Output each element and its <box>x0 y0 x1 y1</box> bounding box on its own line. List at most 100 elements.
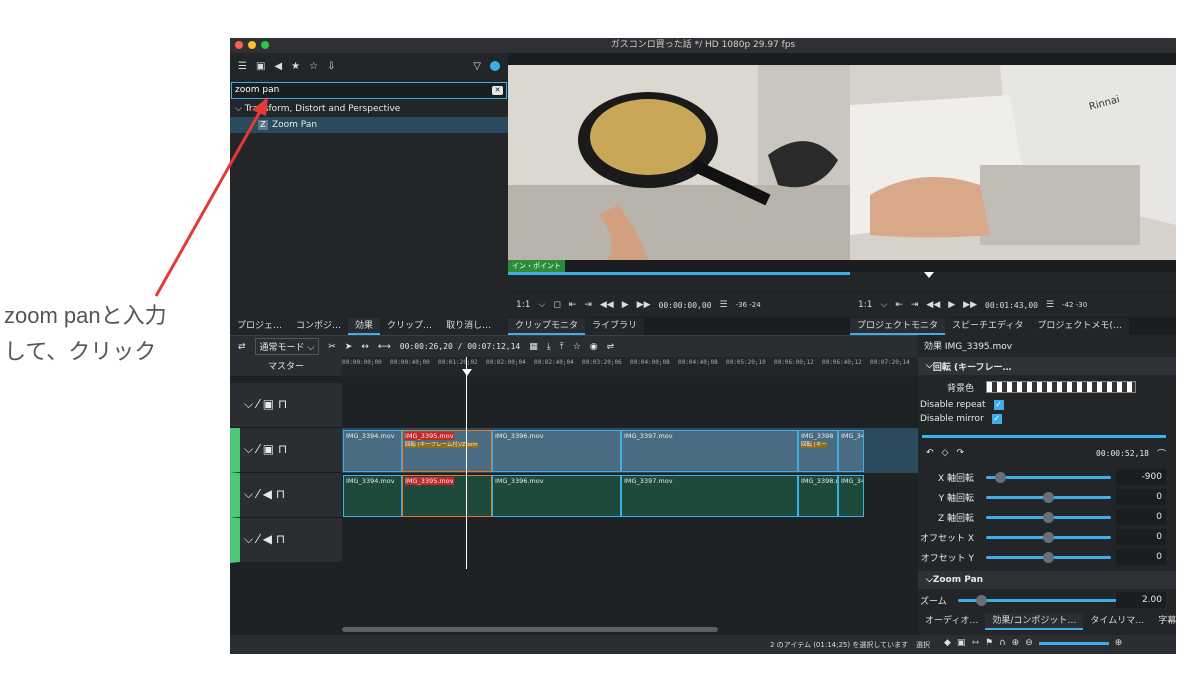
chevron-down-icon[interactable]: ⌵ <box>926 361 933 371</box>
zoom-in-icon[interactable]: ⊕ <box>1115 638 1123 648</box>
rewind-icon[interactable]: ◀◀ <box>926 300 940 310</box>
next-keyframe-icon[interactable]: ↷ <box>956 448 964 458</box>
edit-mode-select[interactable]: 通常モード ⌵ <box>254 338 320 355</box>
param-value[interactable]: 0 <box>1116 549 1166 565</box>
list-icon[interactable]: ☰ <box>238 61 247 72</box>
info-icon[interactable] <box>490 61 500 71</box>
tab-effects[interactable]: 効果 <box>348 318 381 335</box>
play-icon[interactable]: ▶ <box>622 300 629 310</box>
effect-header-rotate[interactable]: ⌵ 回転 (キーフレー… <box>918 357 1176 375</box>
split-icon[interactable]: ⇿ <box>971 638 979 648</box>
track-controls-icon[interactable]: ⌵ ⁄ ▣ ⊓ <box>244 397 287 412</box>
forward-icon[interactable]: ▶▶ <box>637 300 651 310</box>
chevron-down-icon[interactable]: ⌵ <box>880 300 887 310</box>
zoom-value[interactable]: 2.00 <box>1116 592 1166 608</box>
audio-clip[interactable]: IMG_3398.n <box>798 475 838 517</box>
overwrite-icon[interactable]: ⤒ <box>560 342 564 352</box>
filter-icon[interactable]: ▽ <box>473 61 481 72</box>
project-timecode[interactable]: 00:01:43,00 <box>985 301 1038 310</box>
param-value[interactable]: 0 <box>1116 529 1166 545</box>
record-icon[interactable]: ◉ <box>590 342 598 352</box>
master-header[interactable]: マスター <box>230 357 342 377</box>
project-zoom-select[interactable]: 1:1 <box>858 300 872 310</box>
mix-icon[interactable]: ⇌ <box>607 342 615 352</box>
track-header-a1[interactable]: ⌵ ⁄ ◀ ⊓ <box>230 473 342 518</box>
bg-color-swatch[interactable] <box>986 381 1136 393</box>
project-scrubber[interactable] <box>850 272 1176 292</box>
tab-clip-monitor[interactable]: クリップモニタ <box>508 318 586 335</box>
slider-knob[interactable] <box>995 471 1007 483</box>
tab-library[interactable]: ライブラリ <box>585 318 644 335</box>
minimize-window-button[interactable] <box>248 41 256 49</box>
playhead-marker-icon[interactable] <box>462 369 472 376</box>
track-header-a2[interactable]: ⌵ ⁄ ◀ ⊓ <box>230 518 342 563</box>
param-slider[interactable] <box>986 471 1111 483</box>
video-clip[interactable]: IMG_3396.mov <box>492 430 621 472</box>
slider-knob[interactable] <box>975 594 987 606</box>
slider-knob[interactable] <box>1043 491 1054 503</box>
chevron-down-icon[interactable]: ⌵ <box>926 575 933 585</box>
playhead-marker-icon[interactable] <box>924 272 934 278</box>
param-slider[interactable] <box>986 511 1111 523</box>
zoom-out-icon[interactable]: ⊖ <box>1025 638 1033 648</box>
set-in-icon[interactable]: ⇤ <box>569 300 577 310</box>
tab-effects-composite[interactable]: 効果/コンポジット… <box>985 613 1084 630</box>
slider-knob[interactable] <box>1043 551 1054 563</box>
timeline-playhead[interactable] <box>466 357 467 569</box>
audio-clip[interactable]: IMG_3397.mov <box>621 475 798 517</box>
tab-project-notes[interactable]: プロジェクトメモ(… <box>1030 318 1129 335</box>
track-header-v2[interactable]: ⌵ ⁄ ▣ ⊓ <box>230 383 342 428</box>
ripple-icon[interactable]: ⟷ <box>378 342 391 352</box>
set-in-icon[interactable]: ⇤ <box>895 300 903 310</box>
clip-zoom-select[interactable]: 1:1 <box>516 300 530 310</box>
clip-scrubber[interactable] <box>508 272 850 292</box>
tab-project[interactable]: プロジェ… <box>230 318 289 335</box>
insert-icon[interactable]: ⤓ <box>547 342 551 352</box>
close-window-button[interactable] <box>235 41 243 49</box>
tab-clip[interactable]: クリップ… <box>380 318 439 335</box>
track-header-v1[interactable]: ⌵ ⁄ ▣ ⊓ <box>230 428 342 473</box>
video-clip[interactable]: IMG_3398 回転 (キー <box>798 430 838 472</box>
download-icon[interactable]: ⇩ <box>327 61 335 72</box>
tab-composite[interactable]: コンポジ… <box>289 318 348 335</box>
effects-category[interactable]: ⌵ Transform, Distort and Perspective <box>230 101 508 117</box>
slider-knob[interactable] <box>1043 531 1054 543</box>
timeline-timecode[interactable]: 00:00:26,20 / 00:07:12,14 <box>400 342 520 351</box>
razor-icon[interactable]: ✂ <box>328 342 336 352</box>
play-icon[interactable]: ▶ <box>948 300 955 310</box>
menu-icon[interactable]: ☰ <box>719 300 727 310</box>
set-out-icon[interactable]: ⇥ <box>584 300 592 310</box>
star-outline-icon[interactable]: ☆ <box>309 61 318 72</box>
select-tool-icon[interactable]: ➤ <box>345 342 353 352</box>
favorite-icon[interactable]: ☆ <box>573 342 581 352</box>
video-clip[interactable]: IMG_3397.mov <box>621 430 798 472</box>
add-keyframe-icon[interactable]: ◇ <box>942 448 949 458</box>
audio-clip[interactable]: IMG_3394.mov <box>343 475 402 517</box>
star-filled-icon[interactable]: ★ <box>291 61 300 72</box>
audio-icon[interactable]: ◀ <box>274 61 282 72</box>
video-clip[interactable]: IMG_3394.mov <box>343 430 402 472</box>
maximize-window-button[interactable] <box>261 41 269 49</box>
snap-icon[interactable]: ▦ <box>529 342 538 352</box>
param-value[interactable]: -900 <box>1116 469 1166 485</box>
disable-mirror-checkbox[interactable]: ✓ <box>991 414 1002 424</box>
fit-icon[interactable]: ◻ <box>553 300 560 310</box>
chevron-down-icon[interactable]: ⌵ <box>538 300 545 310</box>
menu-icon[interactable]: ☰ <box>1046 300 1054 310</box>
zoom-fit-icon[interactable]: ⊕ <box>1012 638 1020 648</box>
timeline-scrollbar[interactable] <box>342 627 718 632</box>
clip-timecode[interactable]: 00:00:00,00 <box>659 301 712 310</box>
param-slider[interactable] <box>986 531 1111 543</box>
keyframe-timecode[interactable]: 00:00:52,18 <box>1096 449 1149 458</box>
video-clip-selected[interactable]: IMG_3395.mov 回転 (キーフレーム付)/Zoom <box>402 430 492 472</box>
tab-subtitles[interactable]: 字幕 <box>1151 613 1176 630</box>
track-controls-icon[interactable]: ⌵ ⁄ ▣ ⊓ <box>244 442 287 457</box>
track-settings-icon[interactable]: ⇄ <box>238 342 246 352</box>
film-icon[interactable]: ▣ <box>957 638 966 648</box>
track-controls-icon[interactable]: ⌵ ⁄ ◀ ⊓ <box>244 487 285 502</box>
track-controls-icon[interactable]: ⌵ ⁄ ◀ ⊓ <box>244 532 285 547</box>
param-value[interactable]: 0 <box>1116 509 1166 525</box>
slider-knob[interactable] <box>1043 511 1054 523</box>
rewind-icon[interactable]: ◀◀ <box>600 300 614 310</box>
effects-search-input[interactable]: zoom pan ✕ <box>231 82 507 99</box>
